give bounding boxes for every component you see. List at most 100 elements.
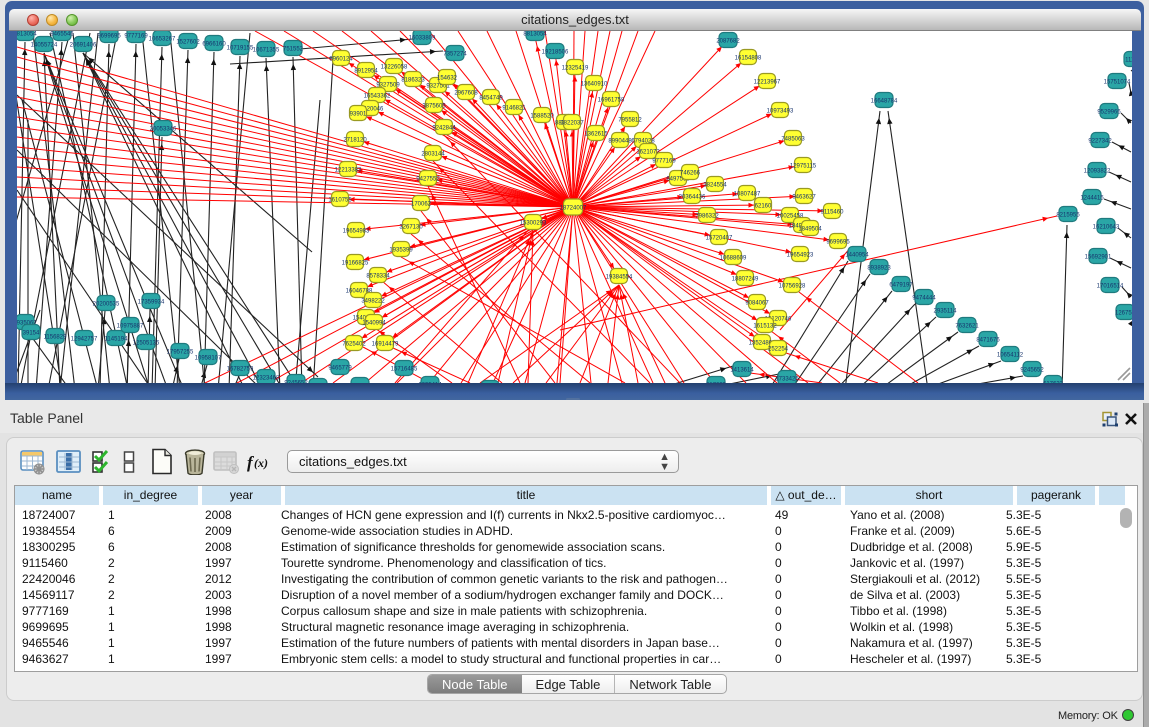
svg-text:12093822: 12093822	[1084, 168, 1111, 174]
svg-text:10654112: 10654112	[997, 352, 1024, 358]
svg-text:3267130: 3267130	[399, 224, 423, 230]
svg-text:8578334: 8578334	[366, 273, 390, 279]
svg-text:13640910: 13640910	[581, 81, 608, 87]
svg-text:252254: 252254	[768, 346, 789, 352]
svg-text:18724007: 18724007	[560, 205, 587, 211]
svg-text:8215955: 8215955	[1056, 212, 1080, 218]
svg-text:16961758: 16961758	[598, 97, 625, 103]
svg-text:746266: 746266	[680, 170, 701, 176]
svg-text:10688609: 10688609	[720, 255, 747, 261]
svg-text:10653267: 10653267	[149, 36, 176, 42]
svg-text:16648784: 16648784	[871, 98, 898, 104]
svg-text:20691406: 20691406	[70, 42, 97, 48]
svg-text:9465546: 9465546	[50, 31, 74, 37]
svg-text:7357274: 7357274	[443, 51, 467, 57]
svg-text:12325419: 12325419	[562, 65, 589, 71]
svg-text:7485063: 7485063	[781, 136, 805, 142]
svg-text:154632: 154632	[437, 75, 458, 81]
svg-text:9245652: 9245652	[1020, 367, 1044, 373]
svg-text:16154808: 16154808	[735, 55, 762, 61]
svg-text:9529966: 9529966	[1097, 109, 1121, 115]
svg-text:8960124: 8960124	[329, 56, 353, 62]
svg-text:17359934: 17359934	[138, 299, 165, 305]
svg-text:8912954: 8912954	[354, 68, 378, 74]
svg-text:13226058: 13226058	[381, 64, 408, 70]
svg-text:20200535: 20200535	[93, 301, 120, 307]
svg-text:10958107: 10958107	[195, 355, 222, 361]
svg-text:3875605: 3875605	[422, 103, 446, 109]
svg-text:1362615: 1362615	[584, 131, 608, 137]
svg-text:1440954: 1440954	[845, 252, 869, 258]
svg-text:6966160: 6966160	[202, 41, 226, 47]
svg-text:8471676: 8471676	[976, 337, 1000, 343]
svg-text:10807487: 10807487	[734, 191, 761, 197]
svg-text:93901: 93901	[350, 111, 367, 117]
svg-text:15300293: 15300293	[520, 220, 547, 226]
svg-text:9777169: 9777169	[652, 158, 676, 164]
svg-text:10756928: 10756928	[779, 283, 806, 289]
svg-text:18807249: 18807249	[732, 276, 759, 282]
svg-text:7955812: 7955812	[618, 117, 642, 123]
svg-text:39154: 39154	[23, 330, 40, 336]
svg-text:15751074: 15751074	[1104, 79, 1131, 85]
svg-text:1588520: 1588520	[530, 113, 554, 119]
svg-text:9699695: 9699695	[97, 33, 121, 39]
svg-text:12213383: 12213383	[335, 167, 362, 173]
svg-text:126753: 126753	[1115, 310, 1132, 316]
svg-text:1849504: 1849504	[798, 226, 822, 232]
svg-text:7625402: 7625402	[342, 341, 366, 347]
svg-text:8813054: 8813054	[523, 31, 547, 37]
svg-text:16033809: 16033809	[409, 35, 436, 41]
svg-text:15716485: 15716485	[391, 366, 418, 372]
svg-text:12975115: 12975115	[790, 163, 817, 169]
svg-text:2935114: 2935114	[934, 308, 958, 314]
svg-text:16543362: 16543362	[364, 93, 391, 99]
svg-text:9699695: 9699695	[826, 239, 850, 245]
svg-text:10975887: 10975887	[117, 323, 144, 329]
svg-text:8990448: 8990448	[608, 138, 632, 144]
svg-text:12505135: 12505135	[133, 340, 160, 346]
svg-text:14055724: 14055724	[31, 42, 58, 48]
svg-text:19654983: 19654983	[343, 228, 370, 234]
svg-text:20053346: 20053346	[150, 126, 177, 132]
svg-text:2803144: 2803144	[421, 151, 445, 157]
svg-text:1935399: 1935399	[389, 247, 413, 253]
svg-text:9227342: 9227342	[1088, 138, 1112, 144]
svg-text:6479197: 6479197	[889, 282, 913, 288]
svg-text:17016514: 17016514	[1097, 283, 1124, 289]
svg-text:8186323: 8186323	[401, 77, 425, 83]
svg-text:10719155: 10719155	[227, 45, 254, 51]
svg-text:1145194: 1145194	[105, 336, 129, 342]
svg-text:3824554: 3824554	[703, 182, 727, 188]
svg-text:9146821: 9146821	[502, 105, 526, 111]
svg-text:1156829: 1156829	[44, 334, 68, 340]
svg-text:62160: 62160	[755, 203, 772, 209]
svg-text:16782759: 16782759	[227, 366, 254, 372]
svg-text:1527602: 1527602	[176, 39, 200, 45]
svg-text:8813054: 8813054	[17, 31, 37, 37]
svg-text:19166825: 19166825	[342, 260, 369, 266]
svg-text:9463627: 9463627	[792, 194, 816, 200]
svg-text:15720407: 15720407	[706, 235, 733, 241]
svg-text:9115460: 9115460	[821, 209, 845, 215]
svg-text:9084067: 9084067	[745, 300, 769, 306]
svg-text:(x): (x)	[254, 456, 268, 470]
svg-text:751552: 751552	[283, 46, 304, 52]
svg-text:1615132: 1615132	[753, 323, 777, 329]
svg-text:1540994: 1540994	[362, 320, 386, 326]
svg-text:16210643: 16210643	[1093, 224, 1120, 230]
svg-text:17957255: 17957255	[167, 349, 194, 355]
svg-text:15692901: 15692901	[1085, 254, 1112, 260]
svg-text:3498222: 3498222	[361, 298, 385, 304]
svg-text:3822037: 3822037	[560, 120, 584, 126]
svg-text:2967608: 2967608	[454, 90, 478, 96]
svg-text:1733426: 1733426	[775, 376, 799, 382]
svg-text:9465779: 9465779	[328, 365, 352, 371]
svg-text:9777169: 9777169	[124, 33, 148, 39]
svg-text:19654923: 19654923	[787, 252, 814, 258]
svg-text:9427552: 9427552	[416, 176, 440, 182]
svg-text:12213967: 12213967	[754, 79, 781, 85]
svg-text:2087682: 2087682	[716, 38, 740, 44]
svg-text:9242844: 9242844	[432, 125, 456, 131]
svg-text:1413614: 1413614	[730, 367, 754, 373]
